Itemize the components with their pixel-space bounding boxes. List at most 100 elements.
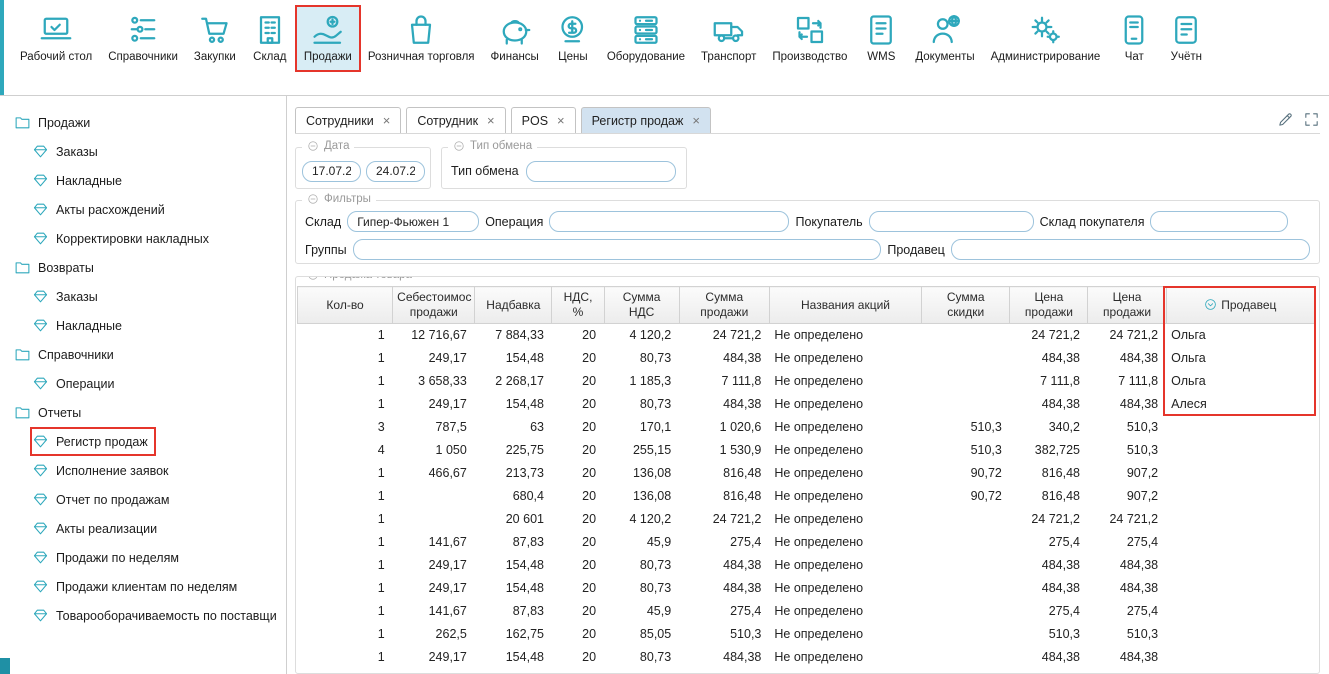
table-cell[interactable]: 20	[552, 554, 604, 577]
table-cell[interactable]	[1166, 416, 1314, 439]
table-cell[interactable]: 63	[475, 416, 552, 439]
table-cell[interactable]: 510,3	[1010, 623, 1088, 646]
table-cell[interactable]: 136,08	[604, 485, 679, 508]
column-header[interactable]: Себестоимос продажи	[393, 287, 475, 324]
table-cell[interactable]	[922, 600, 1010, 623]
tab-close-icon[interactable]: ×	[692, 114, 700, 127]
table-cell[interactable]: 382,725	[1010, 439, 1088, 462]
table-cell[interactable]: 249,17	[393, 347, 475, 370]
expand-icon[interactable]	[1303, 111, 1320, 128]
table-cell[interactable]: 154,48	[475, 577, 552, 600]
toolbar-item[interactable]: Продажи	[297, 7, 359, 70]
table-cell[interactable]: 907,2	[1088, 462, 1166, 485]
table-cell[interactable]: 90,72	[922, 462, 1010, 485]
table-cell[interactable]	[922, 324, 1010, 348]
pencil-icon[interactable]	[1277, 111, 1294, 128]
table-cell[interactable]: 484,38	[1010, 554, 1088, 577]
table-cell[interactable]: 466,67	[393, 462, 475, 485]
table-cell[interactable]: 1	[298, 623, 393, 646]
table-cell[interactable]: 154,48	[475, 347, 552, 370]
seller-input[interactable]	[951, 239, 1310, 260]
table-cell[interactable]	[1166, 439, 1314, 462]
table-row[interactable]: 120 601204 120,224 721,2Не определено24 …	[298, 508, 1315, 531]
table-row[interactable]: 1141,6787,832045,9275,4Не определено275,…	[298, 531, 1315, 554]
table-cell[interactable]: Ольга	[1166, 347, 1314, 370]
table-cell[interactable]: 816,48	[679, 485, 769, 508]
table-cell[interactable]: 484,38	[679, 347, 769, 370]
tree-item[interactable]: Акты реализации	[30, 514, 165, 543]
table-cell[interactable]: Ольга	[1166, 370, 1314, 393]
table-cell[interactable]: 1	[298, 600, 393, 623]
tab-close-icon[interactable]: ×	[487, 114, 495, 127]
table-cell[interactable]: 816,48	[1010, 485, 1088, 508]
tab-close-icon[interactable]: ×	[557, 114, 565, 127]
table-cell[interactable]: 12 716,67	[393, 324, 475, 348]
table-cell[interactable]: 510,3	[922, 416, 1010, 439]
table-cell[interactable]: Не определено	[769, 646, 921, 669]
table-cell[interactable]: 213,73	[475, 462, 552, 485]
table-cell[interactable]: 275,4	[679, 600, 769, 623]
table-cell[interactable]: 249,17	[393, 577, 475, 600]
table-cell[interactable]: Не определено	[769, 554, 921, 577]
table-cell[interactable]: 20	[552, 324, 604, 348]
buyer-input[interactable]	[869, 211, 1034, 232]
table-cell[interactable]: 170,1	[604, 416, 679, 439]
table-cell[interactable]: 136,08	[604, 462, 679, 485]
table-cell[interactable]: 225,75	[475, 439, 552, 462]
table-cell[interactable]: 80,73	[604, 554, 679, 577]
buyer-sklad-input[interactable]	[1150, 211, 1288, 232]
table-cell[interactable]: 20	[552, 370, 604, 393]
table-cell[interactable]: 20	[552, 416, 604, 439]
column-header[interactable]: Кол-во	[298, 287, 393, 324]
column-header[interactable]: Цена продажи	[1088, 287, 1166, 324]
table-cell[interactable]: 3	[298, 416, 393, 439]
table-cell[interactable]: 154,48	[475, 554, 552, 577]
table-cell[interactable]: 510,3	[1088, 623, 1166, 646]
table-cell[interactable]	[1166, 531, 1314, 554]
tree-item[interactable]: Продажи клиентам по неделям	[30, 572, 245, 601]
table-cell[interactable]: Не определено	[769, 623, 921, 646]
column-header[interactable]: Названия акций	[769, 287, 921, 324]
table-cell[interactable]: 1	[298, 370, 393, 393]
table-cell[interactable]: 680,4	[475, 485, 552, 508]
table-cell[interactable]: 787,5	[393, 416, 475, 439]
table-cell[interactable]: 80,73	[604, 347, 679, 370]
table-cell[interactable]: 484,38	[679, 554, 769, 577]
table-cell[interactable]: 20	[552, 347, 604, 370]
table-cell[interactable]: 24 721,2	[1010, 508, 1088, 531]
table-cell[interactable]: 484,38	[679, 646, 769, 669]
toolbar-item[interactable]: Финансы	[484, 7, 546, 70]
tree-item[interactable]: Продажи по неделям	[30, 543, 187, 572]
table-cell[interactable]: Алеся	[1166, 393, 1314, 416]
table-row[interactable]: 13 658,332 268,17201 185,37 111,8Не опре…	[298, 370, 1315, 393]
table-cell[interactable]: 510,3	[922, 439, 1010, 462]
table-cell[interactable]: Не определено	[769, 577, 921, 600]
table-cell[interactable]: 80,73	[604, 646, 679, 669]
table-cell[interactable]: 484,38	[1088, 554, 1166, 577]
table-row[interactable]: 1249,17154,482080,73484,38Не определено4…	[298, 577, 1315, 600]
groups-input[interactable]	[353, 239, 882, 260]
table-cell[interactable]: 1	[298, 531, 393, 554]
table-cell[interactable]: Не определено	[769, 508, 921, 531]
table-cell[interactable]: 20	[552, 646, 604, 669]
table-cell[interactable]: Не определено	[769, 485, 921, 508]
tree-item[interactable]: Регистр продаж	[30, 427, 156, 456]
table-cell[interactable]: 1 020,6	[679, 416, 769, 439]
table-cell[interactable]: 275,4	[1010, 531, 1088, 554]
table-row[interactable]: 1249,17154,482080,73484,38Не определено4…	[298, 554, 1315, 577]
column-header[interactable]: Сумма продажи	[679, 287, 769, 324]
table-cell[interactable]: 7 111,8	[1088, 370, 1166, 393]
toolbar-item[interactable]: Чат	[1109, 7, 1159, 70]
table-cell[interactable]: 484,38	[1010, 577, 1088, 600]
table-row[interactable]: 1466,67213,7320136,08816,48Не определено…	[298, 462, 1315, 485]
table-cell[interactable]: 90,72	[922, 485, 1010, 508]
table-cell[interactable]: 141,67	[393, 600, 475, 623]
table-cell[interactable]: Не определено	[769, 393, 921, 416]
table-cell[interactable]: 7 884,33	[475, 324, 552, 348]
column-header[interactable]: Продавец	[1166, 287, 1314, 324]
table-cell[interactable]	[1166, 600, 1314, 623]
table-row[interactable]: 3787,56320170,11 020,6Не определено510,3…	[298, 416, 1315, 439]
table-cell[interactable]: 1	[298, 462, 393, 485]
table-cell[interactable]	[922, 393, 1010, 416]
table-cell[interactable]	[922, 508, 1010, 531]
